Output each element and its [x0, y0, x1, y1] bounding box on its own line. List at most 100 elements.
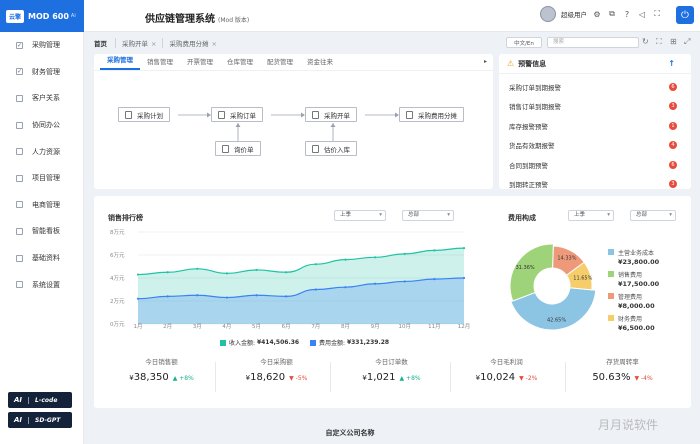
alert-item[interactable]: 到期转正预警 3 — [499, 175, 691, 195]
legend-swatch — [608, 293, 614, 299]
flow-cost-allocation[interactable]: 采购费用分摊 — [399, 107, 464, 122]
workflow-tab[interactable]: 采购管理 — [100, 54, 140, 70]
data-point[interactable] — [225, 296, 229, 299]
x-tick-label: 3月 — [192, 324, 202, 330]
x-tick-label: 8月 — [340, 324, 350, 330]
data-point[interactable] — [136, 273, 140, 276]
kpi-value-row: ¥38,350 ▲ +8% — [104, 372, 219, 383]
watermark: 月月说软件 — [598, 418, 659, 432]
sidebar-item[interactable]: 项目管理 — [0, 165, 84, 192]
data-point[interactable] — [373, 282, 377, 285]
workflow-tab[interactable]: 资金往来 — [300, 56, 340, 70]
sidebar-item[interactable]: ✓ 采购管理 — [0, 32, 84, 59]
data-point[interactable] — [344, 258, 347, 261]
refresh-icon[interactable]: ↻ — [642, 37, 649, 46]
data-point[interactable] — [403, 280, 406, 283]
sidebar-item[interactable]: 基础资料 — [0, 245, 84, 272]
tab-purchase-bill[interactable]: 采购开单 × — [115, 38, 156, 48]
expense-period-select[interactable]: 上季 — [568, 210, 614, 221]
workflow-tab[interactable]: 销售管理 — [140, 56, 180, 70]
kpi-value: 18,620 — [250, 372, 286, 383]
expense-pie-chart: 42.65% 31.36% 14.33% 11.65% — [509, 243, 597, 331]
x-tick-label: 7月 — [311, 324, 321, 330]
help-icon[interactable]: ? — [622, 9, 632, 19]
tab-purchase-cost[interactable]: 采购费用分摊 × — [162, 38, 217, 48]
expense-legend-item[interactable]: 主营业务成本 ¥23,800.00 — [608, 248, 659, 266]
data-point[interactable] — [403, 252, 406, 255]
alerts-card: ⚠ 预警信息 ↑ 采购订单到期报警 6 销售订单到期报警 3 库存报警预警 1 货品有效期报警 4… — [499, 54, 691, 189]
workflow-tab[interactable]: 开票管理 — [180, 56, 220, 70]
alert-item[interactable]: 采购订单到期报警 6 — [499, 77, 691, 97]
alert-item[interactable]: 库存报警预警 1 — [499, 116, 691, 136]
data-point[interactable] — [433, 249, 436, 252]
sidebar-item[interactable]: ✓ 财务管理 — [0, 59, 84, 86]
expense-scope-select[interactable]: 总部 — [630, 210, 676, 221]
data-point[interactable] — [462, 247, 466, 250]
legend-income[interactable]: 收入金额: ¥414,506.36 — [220, 338, 299, 347]
data-point[interactable] — [196, 294, 199, 297]
workflow-tab[interactable]: 仓库管理 — [220, 56, 260, 70]
y-tick-label: 0万元 — [110, 322, 125, 328]
ai-button-label: L-code — [28, 396, 57, 404]
data-point[interactable] — [314, 288, 317, 291]
data-point[interactable] — [255, 294, 258, 297]
sidebar-item[interactable]: 协同办公 — [0, 112, 84, 139]
data-point[interactable] — [136, 297, 140, 300]
alert-item[interactable]: 合同到期预警 6 — [499, 155, 691, 175]
check-icon: ✓ — [16, 68, 23, 76]
expense-legend-item[interactable]: 销售费用 ¥17,500.00 — [608, 270, 659, 288]
data-point[interactable] — [285, 271, 288, 274]
flow-inquiry[interactable]: 询价单 — [215, 141, 261, 156]
data-point[interactable] — [166, 271, 169, 274]
data-point[interactable] — [196, 267, 199, 270]
data-point[interactable] — [433, 278, 436, 281]
data-point[interactable] — [225, 272, 229, 275]
expense-legend-item[interactable]: 管理费用 ¥8,000.00 — [608, 292, 655, 310]
settings-icon[interactable]: ⚙ — [592, 9, 602, 19]
breadcrumb-home[interactable]: 首页 — [94, 38, 107, 48]
search-input[interactable]: 搜索 — [547, 37, 639, 48]
data-point[interactable] — [314, 263, 317, 266]
sales-period-select[interactable]: 上季 — [334, 210, 386, 221]
pie-slice[interactable] — [509, 243, 554, 302]
arrow-up-icon[interactable]: ↑ — [668, 59, 675, 68]
user-name[interactable]: 超级用户 — [561, 9, 587, 19]
full-screen-icon[interactable]: ⤢ — [684, 37, 690, 47]
expand-icon[interactable]: ⛶ — [656, 37, 662, 47]
flow-purchase-order[interactable]: 采购订单 — [211, 107, 263, 122]
sidebar-item[interactable]: 电商管理 — [0, 192, 84, 219]
logo[interactable]: 云擎 MOD 600 Ai — [0, 0, 84, 32]
ai-lcode-button[interactable]: AI L-code — [8, 392, 72, 408]
data-point[interactable] — [373, 256, 377, 259]
ai-badge: AI — [14, 396, 23, 404]
sidebar-item-label: 财务管理 — [32, 67, 60, 76]
legend-cost[interactable]: 费用金额: ¥331,239.28 — [310, 338, 389, 347]
power-icon[interactable]: ⏻ — [676, 6, 694, 24]
avatar[interactable] — [540, 6, 556, 22]
flow-purchase-bill[interactable]: 采购开单 — [305, 107, 357, 122]
data-point[interactable] — [166, 295, 169, 298]
sidebar-item[interactable]: 系统设置 — [0, 271, 84, 298]
sidebar-item[interactable]: 客户关系 — [0, 85, 84, 112]
sidebar-item[interactable]: 智能看板 — [0, 218, 84, 245]
close-icon[interactable]: × — [211, 40, 216, 48]
fullscreen-icon[interactable]: ⛶ — [652, 9, 662, 19]
chat-icon[interactable]: ⧉ — [607, 9, 617, 19]
data-point[interactable] — [344, 286, 347, 289]
sales-scope-select[interactable]: 总部 — [402, 210, 454, 221]
close-icon[interactable]: × — [151, 40, 156, 48]
announcement-icon[interactable]: ◁ — [637, 9, 647, 19]
data-point[interactable] — [285, 295, 288, 298]
data-point[interactable] — [462, 276, 466, 280]
flow-purchase-plan[interactable]: 采购计划 — [118, 107, 170, 122]
alert-item[interactable]: 货品有效期报警 4 — [499, 136, 691, 156]
split-icon[interactable]: ⊞ — [670, 37, 677, 46]
alert-item[interactable]: 销售订单到期报警 3 — [499, 97, 691, 117]
flow-estimate-stockin[interactable]: 估价入库 — [305, 141, 357, 156]
more-tabs-icon[interactable]: ▸ — [484, 58, 487, 65]
language-switch[interactable]: 中文/En — [506, 37, 542, 48]
expense-legend-item[interactable]: 财务费用 ¥6,500.00 — [608, 314, 655, 332]
data-point[interactable] — [255, 268, 258, 272]
workflow-tab[interactable]: 配货管理 — [260, 56, 300, 70]
sidebar-item[interactable]: 人力资源 — [0, 138, 84, 165]
